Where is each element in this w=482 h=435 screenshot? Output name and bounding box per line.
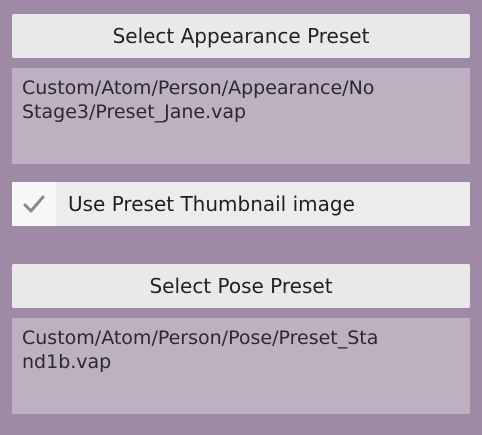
checkmark-icon — [23, 195, 45, 213]
pose-preset-path: Custom/Atom/Person/Pose/Preset_Sta nd1b.… — [12, 318, 470, 414]
use-preset-thumbnail-label: Use Preset Thumbnail image — [68, 192, 355, 216]
select-appearance-preset-button[interactable]: Select Appearance Preset — [12, 14, 470, 58]
appearance-preset-path: Custom/Atom/Person/Appearance/No Stage3/… — [12, 68, 470, 164]
thumbnail-checkbox[interactable] — [12, 182, 56, 226]
select-pose-preset-button[interactable]: Select Pose Preset — [12, 264, 470, 308]
use-preset-thumbnail-toggle[interactable]: Use Preset Thumbnail image — [12, 182, 470, 226]
